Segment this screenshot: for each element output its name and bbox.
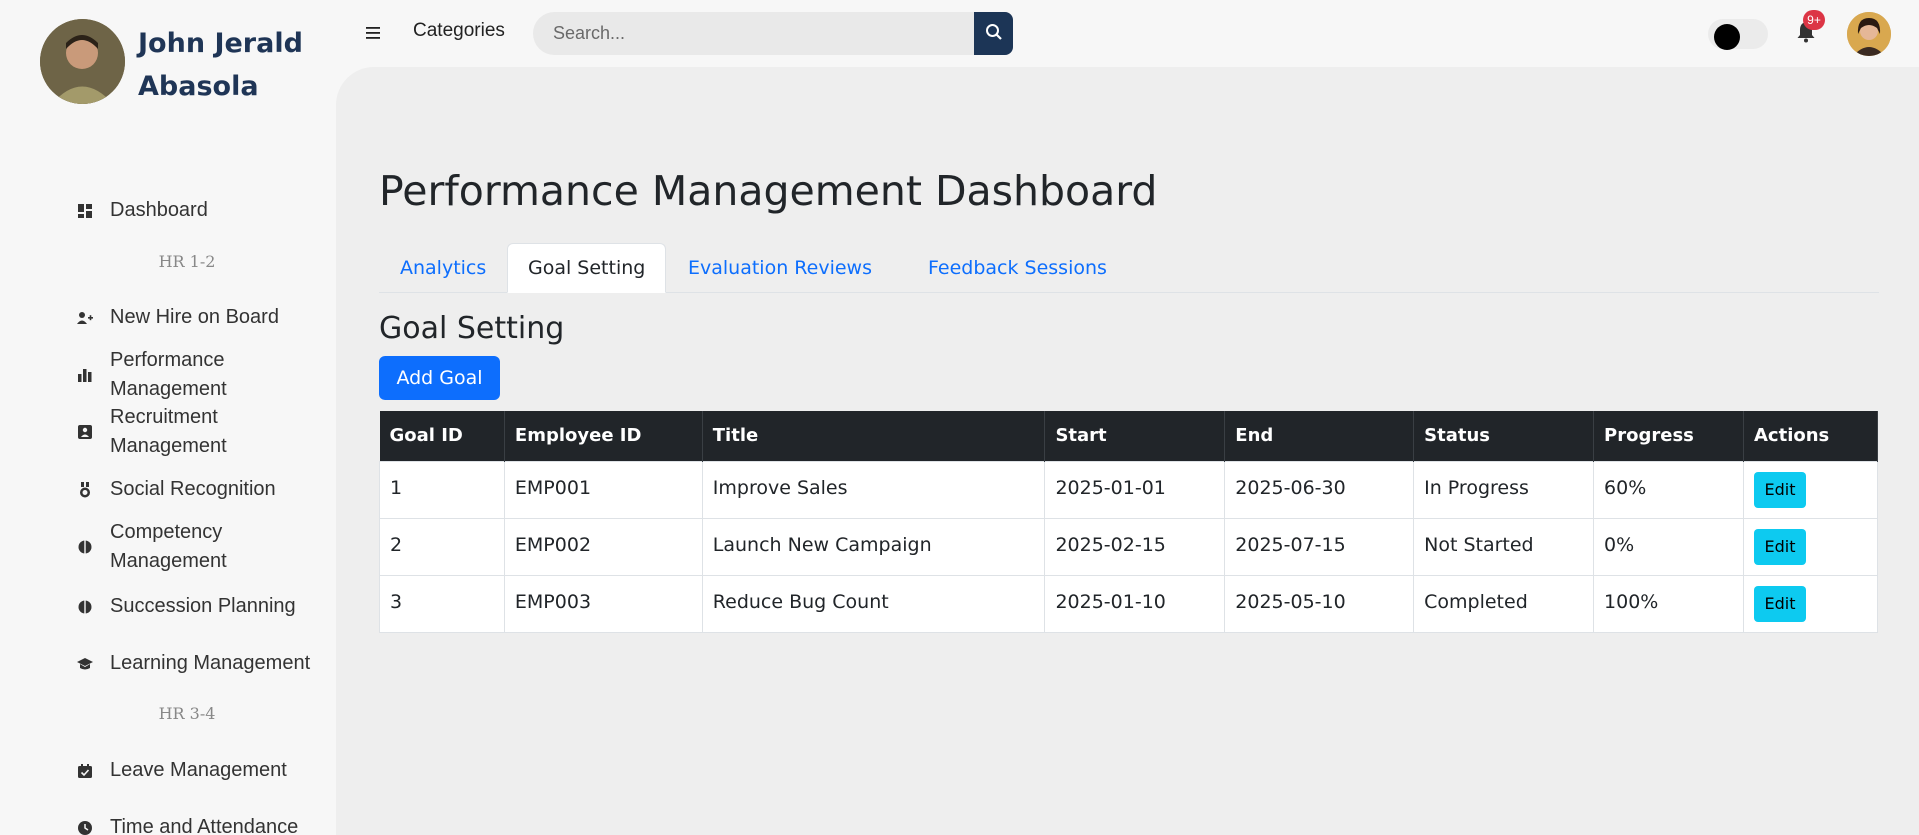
cell-status: In Progress (1413, 460, 1595, 519)
sidebar-item-social-recognition[interactable]: Social Recognition (76, 475, 330, 504)
search-bar (533, 12, 1013, 55)
edit-button[interactable]: Edit (1753, 585, 1806, 622)
column-header: Start (1044, 411, 1226, 461)
cell-status: Completed (1413, 574, 1595, 633)
sidebar-item-performance[interactable]: Performance Management (76, 346, 330, 404)
sidebar-item-competency[interactable]: Competency Management (76, 518, 330, 576)
edit-button[interactable]: Edit (1753, 528, 1806, 565)
cell-title: Launch New Campaign (701, 517, 1046, 576)
sidebar-section-hr-1-2: HR 1-2 (158, 252, 216, 271)
column-header: Actions (1743, 411, 1879, 461)
cell-end: 2025-07-15 (1224, 517, 1415, 576)
profile: John Jerald Abasola (40, 19, 328, 108)
table-header-row: Goal ID Employee ID Title Start End Stat… (379, 411, 1879, 461)
cell-progress: 100% (1593, 574, 1744, 633)
cell-goal-id: 2 (379, 517, 505, 576)
tab-feedback-sessions[interactable]: Feedback Sessions (907, 243, 1128, 293)
cell-start: 2025-01-10 (1044, 574, 1226, 633)
table-row: 1 EMP001 Improve Sales 2025-01-01 2025-0… (379, 460, 1879, 519)
dashboard-icon (76, 202, 94, 220)
column-header: Title (702, 411, 1046, 461)
tab-analytics[interactable]: Analytics (379, 243, 507, 293)
half-circle-icon (76, 538, 94, 556)
hamburger-menu-icon[interactable] (366, 20, 386, 44)
notification-badge: 9+ (1803, 10, 1825, 30)
table-row: 3 EMP003 Reduce Bug Count 2025-01-10 202… (379, 574, 1879, 633)
sidebar-item-label: Performance Management (110, 349, 227, 400)
sidebar-item-label: Dashboard (110, 199, 208, 221)
search-icon (985, 23, 1003, 44)
sidebar-item-new-hire[interactable]: New Hire on Board (76, 303, 330, 332)
user-name: John Jerald Abasola (138, 28, 303, 102)
id-badge-icon (76, 423, 94, 441)
tab-evaluation-reviews[interactable]: Evaluation Reviews (667, 243, 893, 293)
tab-goal-setting[interactable]: Goal Setting (507, 243, 667, 293)
sidebar-item-succession[interactable]: Succession Planning (76, 592, 330, 621)
cell-actions: Edit (1742, 574, 1879, 633)
medal-icon (76, 481, 94, 499)
user-plus-icon (76, 309, 94, 327)
cell-end: 2025-05-10 (1224, 574, 1415, 633)
cell-goal-id: 1 (379, 460, 505, 519)
sidebar-item-label: Social Recognition (110, 478, 276, 500)
sidebar-item-recruitment[interactable]: Recruitment Management (76, 403, 330, 461)
tab-bar: Analytics Goal Setting Evaluation Review… (379, 243, 1879, 293)
cell-progress: 0% (1593, 517, 1744, 576)
cell-title: Reduce Bug Count (701, 574, 1046, 633)
column-header: Goal ID (379, 411, 505, 461)
cell-employee-id: EMP001 (503, 460, 703, 519)
half-circle-icon (76, 598, 94, 616)
cell-start: 2025-02-15 (1044, 517, 1226, 576)
calendar-check-icon (76, 762, 94, 780)
sidebar-item-label: Leave Management (110, 759, 287, 781)
column-header: Employee ID (504, 411, 703, 461)
cell-status: Not Started (1413, 517, 1595, 576)
column-header: End (1224, 411, 1415, 461)
edit-button[interactable]: Edit (1753, 471, 1806, 508)
cell-goal-id: 3 (379, 574, 505, 633)
sidebar: John Jerald Abasola Dashboard HR 1-2 New… (0, 0, 336, 835)
goals-table: Goal ID Employee ID Title Start End Stat… (379, 411, 1879, 633)
cell-start: 2025-01-01 (1044, 460, 1226, 519)
sidebar-item-label: Recruitment Management (110, 406, 227, 457)
sidebar-item-label: Time and Attendance (110, 816, 299, 835)
cell-title: Improve Sales (701, 460, 1046, 519)
avatar[interactable] (40, 19, 125, 104)
sidebar-item-learning[interactable]: Learning Management (76, 649, 330, 678)
search-input[interactable] (533, 12, 975, 55)
cell-actions: Edit (1742, 517, 1879, 576)
sidebar-item-label: Learning Management (110, 652, 311, 674)
toggle-knob (1714, 24, 1740, 50)
cell-actions: Edit (1742, 460, 1879, 519)
graduation-cap-icon (76, 655, 94, 673)
add-goal-button[interactable]: Add Goal (379, 356, 500, 400)
theme-toggle[interactable] (1708, 19, 1768, 50)
section-title: Goal Setting (379, 311, 565, 346)
cell-employee-id: EMP003 (503, 574, 703, 633)
table-row: 2 EMP002 Launch New Campaign 2025-02-15 … (379, 517, 1879, 576)
search-button[interactable] (974, 12, 1013, 55)
categories-link[interactable]: Categories (413, 20, 505, 42)
main-content: Performance Management Dashboard Analyti… (336, 67, 1919, 835)
cell-progress: 60% (1593, 460, 1744, 519)
sidebar-item-leave[interactable]: Leave Management (76, 756, 330, 785)
column-header: Status (1413, 411, 1595, 461)
user-avatar[interactable] (1847, 12, 1891, 56)
cell-employee-id: EMP002 (503, 517, 703, 576)
topbar: Categories 9+ (336, 0, 1919, 67)
cell-end: 2025-06-30 (1224, 460, 1415, 519)
sidebar-item-dashboard[interactable]: Dashboard (76, 196, 330, 225)
sidebar-item-label: Competency Management (110, 521, 227, 572)
clock-icon (76, 819, 94, 835)
bar-chart-icon (76, 366, 94, 384)
column-header: Progress (1593, 411, 1744, 461)
sidebar-item-label: New Hire on Board (110, 306, 279, 328)
sidebar-section-hr-3-4: HR 3-4 (158, 704, 216, 723)
sidebar-item-label: Succession Planning (110, 595, 296, 617)
sidebar-item-time-attendance[interactable]: Time and Attendance (76, 813, 330, 835)
page-title: Performance Management Dashboard (379, 167, 1158, 215)
